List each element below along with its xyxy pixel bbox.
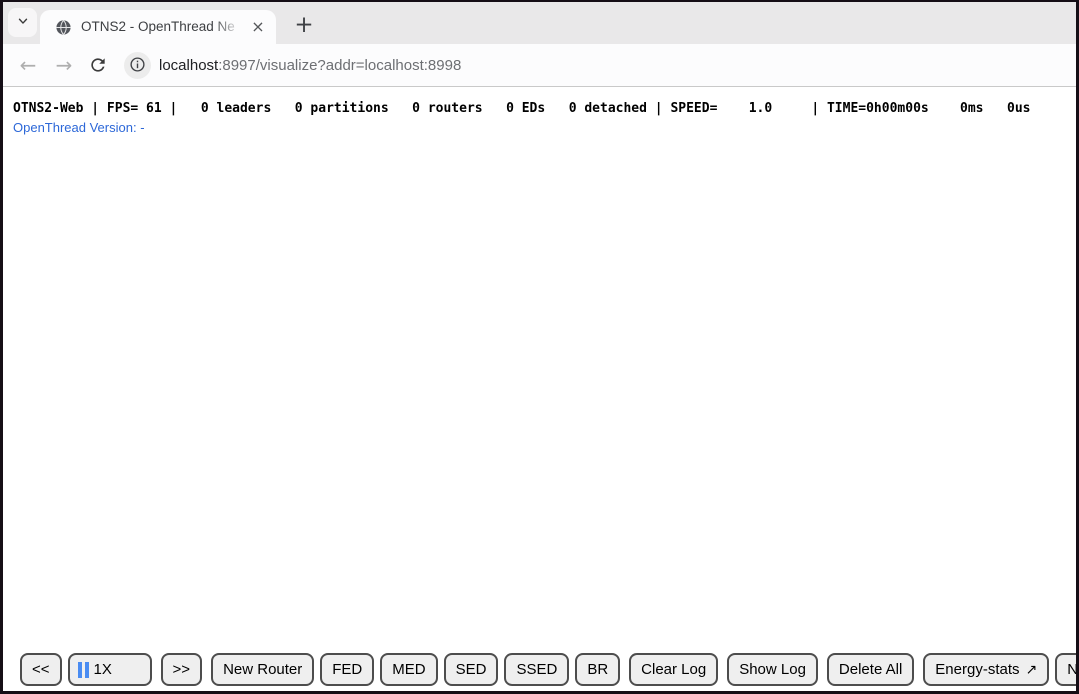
rewind-button[interactable]: << <box>20 653 62 686</box>
chevron-down-icon <box>16 14 30 31</box>
reload-icon <box>88 63 108 78</box>
url-path: :8997/visualize?addr=localhost:8998 <box>218 57 461 74</box>
energy-stats-button[interactable]: Energy-stats ↗ <box>923 653 1049 686</box>
page-canvas: OTNS2-Web | FPS= 61 | 0 leaders 0 partit… <box>3 87 1076 691</box>
forward-icon[interactable]: → <box>51 44 77 86</box>
back-icon[interactable]: ← <box>15 44 41 86</box>
tab-title-wrap: OTNS2 - OpenThread Ne <box>81 18 248 36</box>
new-tab-button[interactable]: + <box>289 10 319 40</box>
tab-title: OTNS2 - OpenThread Ne <box>81 19 235 34</box>
clear-log-button[interactable]: Clear Log <box>629 653 718 686</box>
browser-window: OTNS2 - OpenThread Ne × + ← → l <box>0 0 1079 694</box>
external-link-icon: ↗ <box>1026 662 1038 678</box>
med-button[interactable]: MED <box>380 653 437 686</box>
speed-label: 1X <box>94 661 112 678</box>
address-toolbar: ← → localhost:8997/visualize?addr=localh… <box>3 44 1076 87</box>
show-log-button[interactable]: Show Log <box>727 653 818 686</box>
tab-strip: OTNS2 - OpenThread Ne × + <box>3 2 1076 44</box>
sed-button[interactable]: SED <box>444 653 499 686</box>
br-button[interactable]: BR <box>575 653 620 686</box>
info-icon <box>129 56 146 76</box>
delete-all-button[interactable]: Delete All <box>827 653 914 686</box>
bottom-toolbar: << 1X >> New Router FED MED SED SSED BR … <box>20 653 1076 686</box>
browser-tab[interactable]: OTNS2 - OpenThread Ne × <box>40 10 276 44</box>
url-input[interactable]: localhost:8997/visualize?addr=localhost:… <box>159 44 461 86</box>
new-router-button[interactable]: New Router <box>211 653 314 686</box>
ssed-button[interactable]: SSED <box>504 653 569 686</box>
url-host: localhost <box>159 57 218 74</box>
reload-button[interactable] <box>86 54 110 78</box>
site-info-button[interactable] <box>124 52 151 79</box>
fast-forward-button[interactable]: >> <box>161 653 203 686</box>
pause-icon <box>78 662 89 678</box>
fed-button[interactable]: FED <box>320 653 374 686</box>
openthread-version-label: OpenThread Version: - <box>13 120 145 135</box>
energy-stats-label: Energy-stats <box>935 661 1019 678</box>
node-stats-label: Node-stats <box>1067 661 1076 678</box>
simulator-status-line: OTNS2-Web | FPS= 61 | 0 leaders 0 partit… <box>13 101 1030 116</box>
globe-favicon-icon <box>55 19 72 36</box>
pause-speed-button[interactable]: 1X <box>68 653 152 686</box>
tab-list-button[interactable] <box>8 8 37 37</box>
node-stats-button[interactable]: Node-stats ↗ <box>1055 653 1076 686</box>
tab-title-fade <box>214 18 248 36</box>
tab-close-button[interactable]: × <box>248 17 268 37</box>
